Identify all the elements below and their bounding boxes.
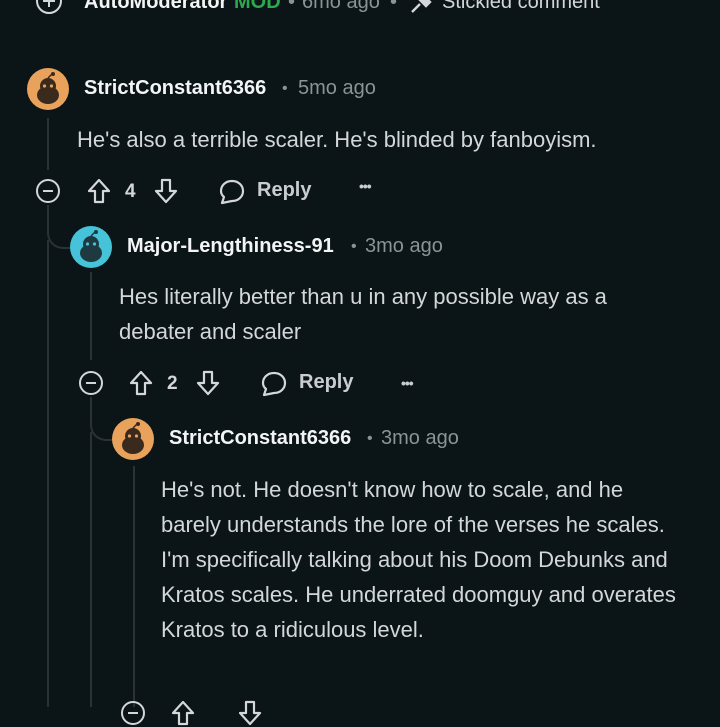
comment-body: He's also a terrible scaler. He's blinde… [77,127,597,152]
separator: • [288,0,296,13]
avatar[interactable] [112,418,154,460]
upvote-icon[interactable] [128,369,154,397]
comment-age: 5mo ago [298,77,376,99]
thread-line-level-2 [90,272,92,360]
pin-icon [411,0,432,13]
avatar[interactable] [27,68,69,110]
comment-age: 3mo ago [381,427,459,449]
upvote-icon[interactable] [170,699,196,727]
collapse-button[interactable] [36,179,60,203]
collapse-button[interactable] [121,701,145,725]
vote-count: 4 [125,181,136,202]
downvote-icon[interactable] [237,699,263,727]
thread-line-level-2b [90,432,92,707]
separator: • [282,80,288,97]
reply-label: Reply [257,179,312,201]
downvote-icon[interactable] [153,177,179,205]
snoo-avatar-icon [37,72,59,104]
stickied-label: Stickied comment [442,0,600,13]
avatar[interactable] [70,226,112,268]
thread-line-level-1 [47,118,49,170]
thread-curve-level-2 [90,397,114,441]
expand-button[interactable] [36,0,62,14]
automoderator-username[interactable]: AutoModerator [84,0,227,14]
username[interactable]: Major-Lengthiness-91 [127,235,334,258]
comment-bubble-icon [261,371,287,397]
separator: • [367,430,373,447]
mod-badge: MOD [234,0,281,13]
thread-curve-level-1 [47,205,73,249]
automoderator-age: 6mo ago [302,0,380,13]
more-options-button[interactable]: ••• [401,375,414,391]
downvote-icon[interactable] [195,369,221,397]
separator: • [351,238,357,255]
comment-age: 3mo ago [365,235,443,257]
snoo-avatar-icon [122,422,144,454]
upvote-icon[interactable] [86,177,112,205]
thread-line-level-1b [47,240,49,707]
more-options-button[interactable]: ••• [359,178,372,194]
comment-bubble-icon [219,179,245,205]
reply-label: Reply [299,371,354,393]
username[interactable]: StrictConstant6366 [84,77,266,100]
thread-line-level-3 [133,466,135,707]
comment-body: He's not. He doesn't know how to scale, … [161,477,676,642]
snoo-avatar-icon [80,230,102,262]
collapse-button[interactable] [79,371,103,395]
vote-count: 2 [167,373,178,394]
separator: • [390,0,398,13]
username[interactable]: StrictConstant6366 [169,427,351,450]
comment-body: Hes literally better than u in any possi… [119,284,607,344]
